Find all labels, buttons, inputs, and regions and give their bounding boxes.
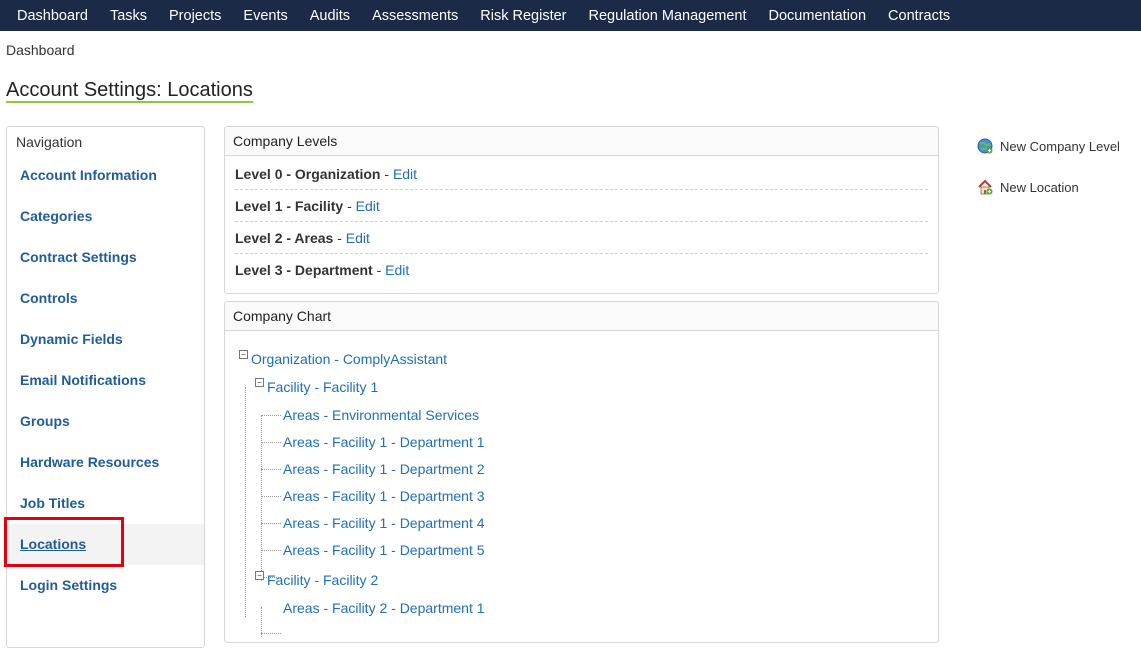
tree-connector [261,633,281,634]
top-navigation-bar: Dashboard Tasks Projects Events Audits A… [0,0,1141,31]
collapse-toggle-icon[interactable]: − [255,571,264,580]
topnav-assessments[interactable]: Assessments [361,8,469,24]
company-levels-panel: Company Levels Level 0 - Organization - … [224,126,939,294]
edit-level-link[interactable]: Edit [385,262,409,278]
new-location-button[interactable]: New Location [977,179,1079,195]
tree-node-facility-1[interactable]: Facility - Facility 1 [267,379,378,395]
navigation-heading: Navigation [16,134,83,150]
topnav-dashboard[interactable]: Dashboard [0,8,99,24]
tree-node-organization[interactable]: Organization - ComplyAssistant [251,351,447,367]
level-name: Level 2 - Areas [235,230,334,246]
tree-node-area[interactable]: Areas - Facility 1 - Department 2 [283,461,485,477]
tree-node-area[interactable]: Areas - Environmental Services [283,407,479,423]
level-name: Level 1 - Facility [235,198,344,214]
tree-connector [261,469,281,470]
sidebar-item-categories[interactable]: Categories [7,196,204,237]
navigation-panel: Navigation Account Information Categorie… [6,126,205,648]
sidebar-item-hardware-resources[interactable]: Hardware Resources [7,442,204,483]
new-company-level-label: New Company Level [1000,138,1120,154]
topnav-documentation[interactable]: Documentation [758,8,878,24]
edit-level-link[interactable]: Edit [356,198,380,214]
sidebar-item-login-settings[interactable]: Login Settings [7,565,204,606]
sidebar-item-contract-settings[interactable]: Contract Settings [7,237,204,278]
topnav-contracts[interactable]: Contracts [877,8,961,24]
level-row: Level 0 - Organization - Edit [235,158,928,190]
company-chart-panel: Company Chart − Organization - ComplyAss… [224,301,939,643]
house-add-icon [977,179,993,195]
tree-connector [261,523,281,524]
level-row: Level 1 - Facility - Edit [235,190,928,222]
sidebar-item-dynamic-fields[interactable]: Dynamic Fields [7,319,204,360]
level-name: Level 0 - Organization [235,166,381,182]
level-separator: - [376,262,382,278]
level-row: Level 3 - Department - Edit [235,254,928,285]
edit-level-link[interactable]: Edit [393,166,417,182]
collapse-toggle-icon[interactable]: − [239,350,248,359]
topnav-tasks[interactable]: Tasks [99,8,158,24]
sidebar-item-groups[interactable]: Groups [7,401,204,442]
company-chart-heading: Company Chart [225,302,938,331]
globe-add-icon [977,138,993,154]
new-company-level-button[interactable]: New Company Level [977,138,1120,154]
tree-node-facility-2[interactable]: Facility - Facility 2 [267,572,378,588]
page-title: Account Settings: Locations [6,79,253,103]
collapse-toggle-icon[interactable]: − [255,378,264,387]
sidebar-item-account-information[interactable]: Account Information [7,155,204,196]
tree-connector [261,550,281,551]
edit-level-link[interactable]: Edit [346,230,370,246]
tree-connector [261,496,281,497]
topnav-audits[interactable]: Audits [299,8,361,24]
level-separator: - [337,230,342,246]
sidebar-item-email-notifications[interactable]: Email Notifications [7,360,204,401]
level-separator: - [384,166,390,182]
topnav-projects[interactable]: Projects [158,8,232,24]
topnav-events[interactable]: Events [232,8,298,24]
sidebar-item-job-titles[interactable]: Job Titles [7,483,204,524]
sidebar-item-locations[interactable]: Locations [7,524,204,565]
level-separator: - [347,198,352,214]
topnav-risk-register[interactable]: Risk Register [469,8,577,24]
new-location-label: New Location [1000,179,1079,195]
tree-connector [261,415,281,416]
tree-node-area[interactable]: Areas - Facility 1 - Department 4 [283,515,485,531]
tree-node-area[interactable]: Areas - Facility 1 - Department 3 [283,488,485,504]
tree-connector [261,415,262,581]
company-levels-heading: Company Levels [225,127,938,156]
level-row: Level 2 - Areas - Edit [235,222,928,254]
level-name: Level 3 - Department [235,262,373,278]
tree-connector [261,442,281,443]
breadcrumb[interactable]: Dashboard [6,42,75,58]
tree-node-area[interactable]: Areas - Facility 2 - Department 1 [283,600,485,616]
tree-node-area[interactable]: Areas - Facility 1 - Department 5 [283,542,485,558]
tree-connector [245,387,246,617]
tree-node-area[interactable]: Areas - Facility 1 - Department 1 [283,434,485,450]
topnav-regulation-management[interactable]: Regulation Management [578,8,758,24]
sidebar-item-controls[interactable]: Controls [7,278,204,319]
